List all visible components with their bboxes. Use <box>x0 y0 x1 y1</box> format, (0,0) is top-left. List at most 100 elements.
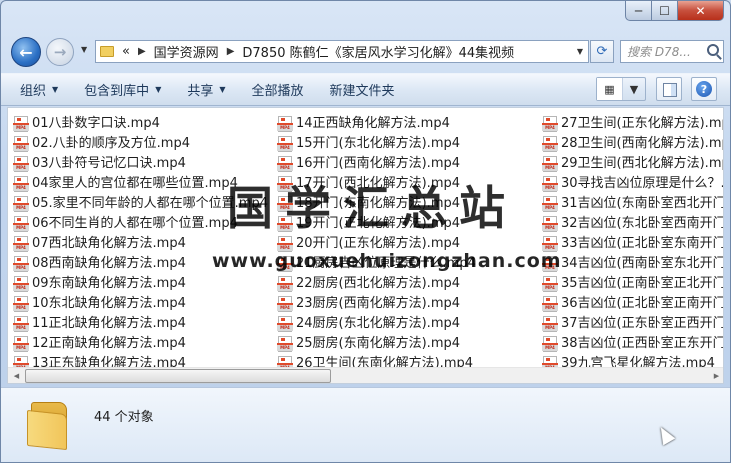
file-name: 32吉凶位(东北卧室西南开门).mp4 <box>561 216 724 231</box>
file-name: 03八卦符号记忆口诀.mp4 <box>32 156 186 171</box>
file-item[interactable]: 01八卦数字口诀.mp4 <box>13 114 268 134</box>
file-item[interactable]: 34吉凶位(西南卧室东北开门).mp4 <box>542 254 723 274</box>
file-item[interactable]: 12正南缺角化解方法.mp4 <box>13 334 268 354</box>
horizontal-scrollbar[interactable]: ◀ ▶ <box>8 367 723 383</box>
search-input[interactable]: 搜索 D78... <box>620 40 724 63</box>
help-button[interactable]: ? <box>691 77 717 101</box>
scrollbar-thumb[interactable] <box>25 369 331 383</box>
file-name: 04家里人的宫位都在哪些位置.mp4 <box>32 176 238 191</box>
include-library-button[interactable]: 包含到库中 ▼ <box>75 77 170 103</box>
file-item[interactable]: 11正北缺角化解方法.mp4 <box>13 314 268 334</box>
file-name: 37吉凶位(正东卧室正西开门).mp4 <box>561 316 724 331</box>
chevron-down-icon: ▼ <box>219 85 226 94</box>
mp4-file-icon <box>542 296 558 312</box>
file-item[interactable]: 10东北缺角化解方法.mp4 <box>13 294 268 314</box>
search-placeholder: 搜索 D78... <box>627 45 691 59</box>
mp4-file-icon <box>542 156 558 172</box>
forward-arrow-icon[interactable]: → <box>46 38 74 66</box>
maximize-button[interactable]: ☐ <box>652 1 678 21</box>
play-all-button[interactable]: 全部播放 <box>243 77 313 103</box>
mp4-file-icon <box>13 276 29 292</box>
file-item[interactable]: 02.八卦的顺序及方位.mp4 <box>13 134 268 154</box>
mp4-file-icon <box>13 136 29 152</box>
minimize-button[interactable]: ─ <box>625 1 652 21</box>
mp4-file-icon <box>13 316 29 332</box>
include-library-label: 包含到库中 <box>84 84 150 99</box>
file-item[interactable]: 14正西缺角化解方法.mp4 <box>277 114 476 134</box>
watermark-title: 国学汇总站 <box>227 181 517 235</box>
scroll-right-icon[interactable]: ▶ <box>708 368 723 383</box>
preview-pane-button[interactable] <box>656 77 682 101</box>
file-name: 30寻找吉凶位原理是什么？.mp4 <box>561 176 724 191</box>
file-item[interactable]: 36吉凶位(正北卧室正南开门).mp4 <box>542 294 724 314</box>
file-name: 22厨房(西北化解方法).mp4 <box>296 276 461 291</box>
mp4-file-icon <box>13 196 29 212</box>
breadcrumb-item-root[interactable]: 国学资源网 <box>154 42 219 61</box>
file-list: 01八卦数字口诀.mp4 02.八卦的顺序及方位.mp4 03八卦符号记忆口诀.… <box>7 107 724 384</box>
mp4-file-icon <box>13 256 29 272</box>
file-item[interactable]: 38吉凶位(正西卧室正东开门).mp4 <box>542 334 724 354</box>
file-item[interactable]: 09东南缺角化解方法.mp4 <box>13 274 268 294</box>
file-item[interactable]: 16开门(西南化解方法).mp4 <box>277 154 476 174</box>
chevron-down-icon[interactable]: ▼ <box>623 78 645 100</box>
breadcrumb-overflow[interactable]: « <box>122 44 130 59</box>
address-dropdown-icon[interactable]: ▼ <box>572 41 588 62</box>
view-options[interactable]: ▦ ▼ <box>596 77 646 101</box>
file-name: 25厨房(东南化解方法).mp4 <box>296 336 461 351</box>
file-item[interactable]: 25厨房(东南化解方法).mp4 <box>277 334 476 354</box>
view-grid-icon[interactable]: ▦ <box>597 78 623 100</box>
file-item[interactable]: 22厨房(西北化解方法).mp4 <box>277 274 476 294</box>
back-arrow-icon[interactable]: ← <box>11 37 41 67</box>
details-pane: 44 个对象 <box>1 387 730 462</box>
caption-buttons: ─ ☐ ✕ <box>625 1 724 21</box>
breadcrumb-item-current[interactable]: D7850 陈鹤仁《家居风水学习化解》44集视频 <box>242 42 514 61</box>
file-item[interactable]: 03八卦符号记忆口诀.mp4 <box>13 154 268 174</box>
share-button[interactable]: 共享 ▼ <box>178 77 234 103</box>
file-name: 36吉凶位(正北卧室正南开门).mp4 <box>561 296 724 311</box>
file-item[interactable]: 32吉凶位(东北卧室西南开门).mp4 <box>542 214 724 234</box>
chevron-down-icon: ▼ <box>155 85 162 94</box>
mp4-file-icon <box>542 176 558 192</box>
file-item[interactable]: 29卫生间(西北化解方法).mp4 <box>542 154 723 174</box>
refresh-icon[interactable]: ⟳ <box>590 40 614 63</box>
file-column-3: 27卫生间(正东化解方法).mp4 28卫生间(西南化解方法).mp4 29卫生… <box>542 114 724 374</box>
mp4-file-icon <box>277 336 293 352</box>
breadcrumb-separator-icon[interactable]: ▶ <box>227 46 235 57</box>
file-name: 09东南缺角化解方法.mp4 <box>32 276 186 291</box>
file-name: 02.八卦的顺序及方位.mp4 <box>32 136 190 151</box>
mp4-file-icon <box>542 196 558 212</box>
file-name: 11正北缺角化解方法.mp4 <box>32 316 186 331</box>
file-item[interactable]: 37吉凶位(正东卧室正西开门).mp4 <box>542 314 724 334</box>
file-item[interactable]: 24厨房(东北化解方法).mp4 <box>277 314 476 334</box>
recent-pages-dropdown-icon[interactable]: ▼ <box>81 45 87 54</box>
organize-button[interactable]: 组织 ▼ <box>11 77 67 103</box>
mp4-file-icon <box>13 216 29 232</box>
file-name: 24厨房(东北化解方法).mp4 <box>296 316 461 331</box>
file-item[interactable]: 15开门(东北化解方法).mp4 <box>277 134 476 154</box>
breadcrumb-separator-icon[interactable]: ▶ <box>138 46 146 57</box>
folder-icon <box>27 402 75 451</box>
mp4-file-icon <box>277 156 293 172</box>
file-name: 38吉凶位(正西卧室正东开门).mp4 <box>561 336 724 351</box>
explorer-window: ─ ☐ ✕ ← → ▼ « ▶ 国学资源网 ▶ D7850 陈鹤仁《家居风水学习… <box>0 0 731 463</box>
close-button[interactable]: ✕ <box>678 1 724 21</box>
folder-icon <box>100 46 114 57</box>
file-item[interactable]: 33吉凶位(正北卧室东南开门).mp4 <box>542 234 723 254</box>
file-item[interactable]: 27卫生间(正东化解方法).mp4 <box>542 114 724 134</box>
file-item[interactable]: 35吉凶位(正南卧室正北开门).mp4 <box>542 274 723 294</box>
file-item[interactable]: 31吉凶位(东南卧室西北开门).mp4 <box>542 194 723 214</box>
new-folder-button[interactable]: 新建文件夹 <box>321 77 404 103</box>
address-bar[interactable]: « ▶ 国学资源网 ▶ D7850 陈鹤仁《家居风水学习化解》44集视频 ▼ <box>95 40 589 63</box>
file-name: 01八卦数字口诀.mp4 <box>32 116 160 131</box>
mp4-file-icon <box>277 296 293 312</box>
file-name: 10东北缺角化解方法.mp4 <box>32 296 186 311</box>
scroll-left-icon[interactable]: ◀ <box>8 368 25 383</box>
file-name: 27卫生间(正东化解方法).mp4 <box>561 116 724 131</box>
mp4-file-icon <box>277 136 293 152</box>
file-item[interactable]: 23厨房(西南化解方法).mp4 <box>277 294 476 314</box>
file-item[interactable]: 30寻找吉凶位原理是什么？.mp4 <box>542 174 724 194</box>
file-item[interactable]: 28卫生间(西南化解方法).mp4 <box>542 134 723 154</box>
search-icon[interactable] <box>707 44 719 56</box>
file-name: 06不同生肖的人都在哪个位置.mp4 <box>32 216 238 231</box>
help-icon: ? <box>696 81 712 97</box>
